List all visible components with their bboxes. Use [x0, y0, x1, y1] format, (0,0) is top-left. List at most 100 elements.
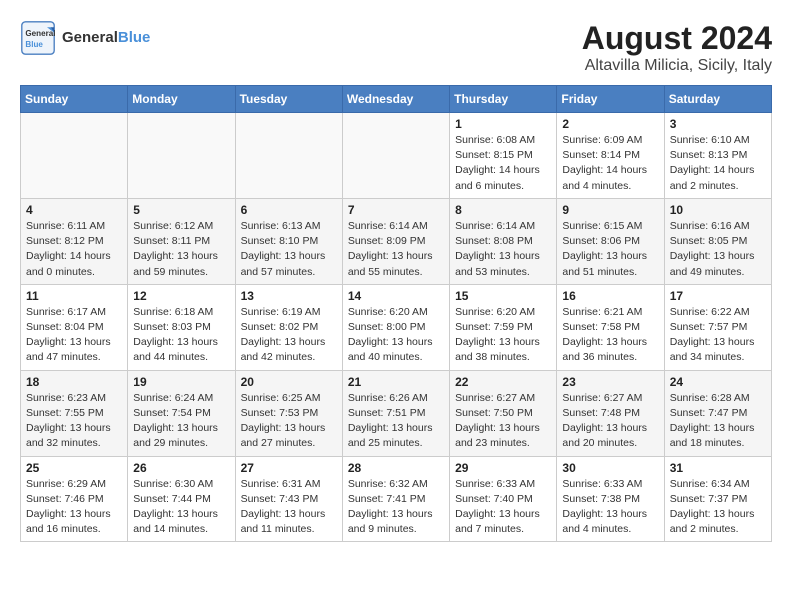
- day-number: 12: [133, 289, 229, 303]
- day-number: 2: [562, 117, 658, 131]
- day-info: Sunrise: 6:33 AMSunset: 7:38 PMDaylight:…: [562, 477, 658, 538]
- day-info: Sunrise: 6:11 AMSunset: 8:12 PMDaylight:…: [26, 219, 122, 280]
- day-number: 14: [348, 289, 444, 303]
- day-number: 1: [455, 117, 551, 131]
- day-number: 27: [241, 461, 337, 475]
- calendar-cell: 13Sunrise: 6:19 AMSunset: 8:02 PMDayligh…: [235, 284, 342, 370]
- column-header-saturday: Saturday: [664, 86, 771, 113]
- calendar-cell: 22 Sunrise: 6:27 AMSunset: 7:50 PMDayligh…: [450, 370, 557, 456]
- day-info: Sunrise: 6:29 AMSunset: 7:46 PMDaylight:…: [26, 477, 122, 538]
- day-number: 28: [348, 461, 444, 475]
- calendar-cell: [21, 113, 128, 199]
- day-number: 7: [348, 203, 444, 217]
- day-info: Sunrise: 6:30 AMSunset: 7:44 PMDaylight:…: [133, 477, 229, 538]
- day-info: Sunrise: 6:22 AMSunset: 7:57 PMDaylight:…: [670, 305, 766, 366]
- day-info: Sunrise: 6:12 AMSunset: 8:11 PMDaylight:…: [133, 219, 229, 280]
- column-header-wednesday: Wednesday: [342, 86, 449, 113]
- calendar-week-3: 11 Sunrise: 6:17 AMSunset: 8:04 PMDayligh…: [21, 284, 772, 370]
- day-number: 19: [133, 375, 229, 389]
- calendar-header: SundayMondayTuesdayWednesdayThursdayFrid…: [21, 86, 772, 113]
- day-info: Sunrise: 6:27 AMSunset: 7:50 PMDaylight:…: [455, 391, 551, 452]
- calendar-cell: [128, 113, 235, 199]
- day-info: Sunrise: 6:17 AMSunset: 8:04 PMDaylight:…: [26, 305, 122, 366]
- day-info: Sunrise: 6:26 AMSunset: 7:51 PMDaylight:…: [348, 391, 444, 452]
- day-info: Sunrise: 6:15 AMSunset: 8:06 PMDaylight:…: [562, 219, 658, 280]
- day-info: Sunrise: 6:19 AMSunset: 8:02 PMDaylight:…: [241, 305, 337, 366]
- day-number: 11: [26, 289, 122, 303]
- calendar-cell: 19 Sunrise: 6:24 AMSunset: 7:54 PMDayligh…: [128, 370, 235, 456]
- title-area: August 2024 Altavilla Milicia, Sicily, I…: [582, 20, 772, 75]
- day-info: Sunrise: 6:21 AMSunset: 7:58 PMDaylight:…: [562, 305, 658, 366]
- calendar-cell: 5 Sunrise: 6:12 AMSunset: 8:11 PMDaylight…: [128, 198, 235, 284]
- calendar-cell: 29 Sunrise: 6:33 AMSunset: 7:40 PMDayligh…: [450, 456, 557, 542]
- calendar-cell: [342, 113, 449, 199]
- day-info: Sunrise: 6:09 AMSunset: 8:14 PMDaylight:…: [562, 133, 658, 194]
- day-number: 21: [348, 375, 444, 389]
- day-number: 29: [455, 461, 551, 475]
- day-info: Sunrise: 6:20 AMSunset: 8:00 PMDaylight:…: [348, 305, 444, 366]
- day-info: Sunrise: 6:08 AMSunset: 8:15 PMDaylight:…: [455, 133, 551, 194]
- day-info: Sunrise: 6:27 AMSunset: 7:48 PMDaylight:…: [562, 391, 658, 452]
- month-title: August 2024: [582, 20, 772, 57]
- calendar-cell: 27 Sunrise: 6:31 AMSunset: 7:43 PMDayligh…: [235, 456, 342, 542]
- svg-text:Blue: Blue: [25, 40, 43, 49]
- day-info: Sunrise: 6:28 AMSunset: 7:47 PMDaylight:…: [670, 391, 766, 452]
- calendar-cell: 7 Sunrise: 6:14 AMSunset: 8:09 PMDaylight…: [342, 198, 449, 284]
- calendar-cell: 4Sunrise: 6:11 AMSunset: 8:12 PMDaylight…: [21, 198, 128, 284]
- calendar-cell: [235, 113, 342, 199]
- day-number: 8: [455, 203, 551, 217]
- logo: General Blue GeneralBlue: [20, 20, 150, 56]
- calendar-table: SundayMondayTuesdayWednesdayThursdayFrid…: [20, 85, 772, 542]
- calendar-cell: 15Sunrise: 6:20 AMSunset: 7:59 PMDayligh…: [450, 284, 557, 370]
- column-header-sunday: Sunday: [21, 86, 128, 113]
- calendar-week-4: 18Sunrise: 6:23 AMSunset: 7:55 PMDayligh…: [21, 370, 772, 456]
- calendar-week-2: 4Sunrise: 6:11 AMSunset: 8:12 PMDaylight…: [21, 198, 772, 284]
- day-number: 23: [562, 375, 658, 389]
- day-info: Sunrise: 6:14 AMSunset: 8:08 PMDaylight:…: [455, 219, 551, 280]
- svg-text:General: General: [25, 29, 55, 38]
- day-number: 22: [455, 375, 551, 389]
- day-info: Sunrise: 6:18 AMSunset: 8:03 PMDaylight:…: [133, 305, 229, 366]
- location-subtitle: Altavilla Milicia, Sicily, Italy: [582, 57, 772, 75]
- day-info: Sunrise: 6:33 AMSunset: 7:40 PMDaylight:…: [455, 477, 551, 538]
- calendar-cell: 10Sunrise: 6:16 AMSunset: 8:05 PMDayligh…: [664, 198, 771, 284]
- day-number: 20: [241, 375, 337, 389]
- column-header-friday: Friday: [557, 86, 664, 113]
- day-number: 3: [670, 117, 766, 131]
- calendar-week-5: 25 Sunrise: 6:29 AMSunset: 7:46 PMDayligh…: [21, 456, 772, 542]
- column-header-monday: Monday: [128, 86, 235, 113]
- day-info: Sunrise: 6:10 AMSunset: 8:13 PMDaylight:…: [670, 133, 766, 194]
- calendar-cell: 17Sunrise: 6:22 AMSunset: 7:57 PMDayligh…: [664, 284, 771, 370]
- logo-icon: General Blue: [20, 20, 56, 56]
- day-number: 24: [670, 375, 766, 389]
- calendar-cell: 14 Sunrise: 6:20 AMSunset: 8:00 PMDayligh…: [342, 284, 449, 370]
- calendar-cell: 28 Sunrise: 6:32 AMSunset: 7:41 PMDayligh…: [342, 456, 449, 542]
- calendar-cell: 24 Sunrise: 6:28 AMSunset: 7:47 PMDayligh…: [664, 370, 771, 456]
- day-info: Sunrise: 6:34 AMSunset: 7:37 PMDaylight:…: [670, 477, 766, 538]
- logo-line2: Blue: [118, 29, 151, 46]
- day-info: Sunrise: 6:31 AMSunset: 7:43 PMDaylight:…: [241, 477, 337, 538]
- day-number: 15: [455, 289, 551, 303]
- calendar-cell: 6 Sunrise: 6:13 AMSunset: 8:10 PMDaylight…: [235, 198, 342, 284]
- calendar-cell: 23 Sunrise: 6:27 AMSunset: 7:48 PMDayligh…: [557, 370, 664, 456]
- day-number: 25: [26, 461, 122, 475]
- day-info: Sunrise: 6:32 AMSunset: 7:41 PMDaylight:…: [348, 477, 444, 538]
- day-info: Sunrise: 6:24 AMSunset: 7:54 PMDaylight:…: [133, 391, 229, 452]
- day-info: Sunrise: 6:14 AMSunset: 8:09 PMDaylight:…: [348, 219, 444, 280]
- calendar-cell: 8 Sunrise: 6:14 AMSunset: 8:08 PMDaylight…: [450, 198, 557, 284]
- day-number: 5: [133, 203, 229, 217]
- day-number: 10: [670, 203, 766, 217]
- day-number: 26: [133, 461, 229, 475]
- column-header-tuesday: Tuesday: [235, 86, 342, 113]
- day-number: 16: [562, 289, 658, 303]
- day-number: 6: [241, 203, 337, 217]
- calendar-cell: 11 Sunrise: 6:17 AMSunset: 8:04 PMDayligh…: [21, 284, 128, 370]
- day-number: 31: [670, 461, 766, 475]
- calendar-cell: 25 Sunrise: 6:29 AMSunset: 7:46 PMDayligh…: [21, 456, 128, 542]
- day-info: Sunrise: 6:13 AMSunset: 8:10 PMDaylight:…: [241, 219, 337, 280]
- calendar-cell: 30Sunrise: 6:33 AMSunset: 7:38 PMDayligh…: [557, 456, 664, 542]
- logo-line1: General: [62, 29, 118, 46]
- page-header: General Blue GeneralBlue August 2024 Alt…: [20, 20, 772, 75]
- calendar-cell: 18Sunrise: 6:23 AMSunset: 7:55 PMDayligh…: [21, 370, 128, 456]
- calendar-cell: 2 Sunrise: 6:09 AMSunset: 8:14 PMDaylight…: [557, 113, 664, 199]
